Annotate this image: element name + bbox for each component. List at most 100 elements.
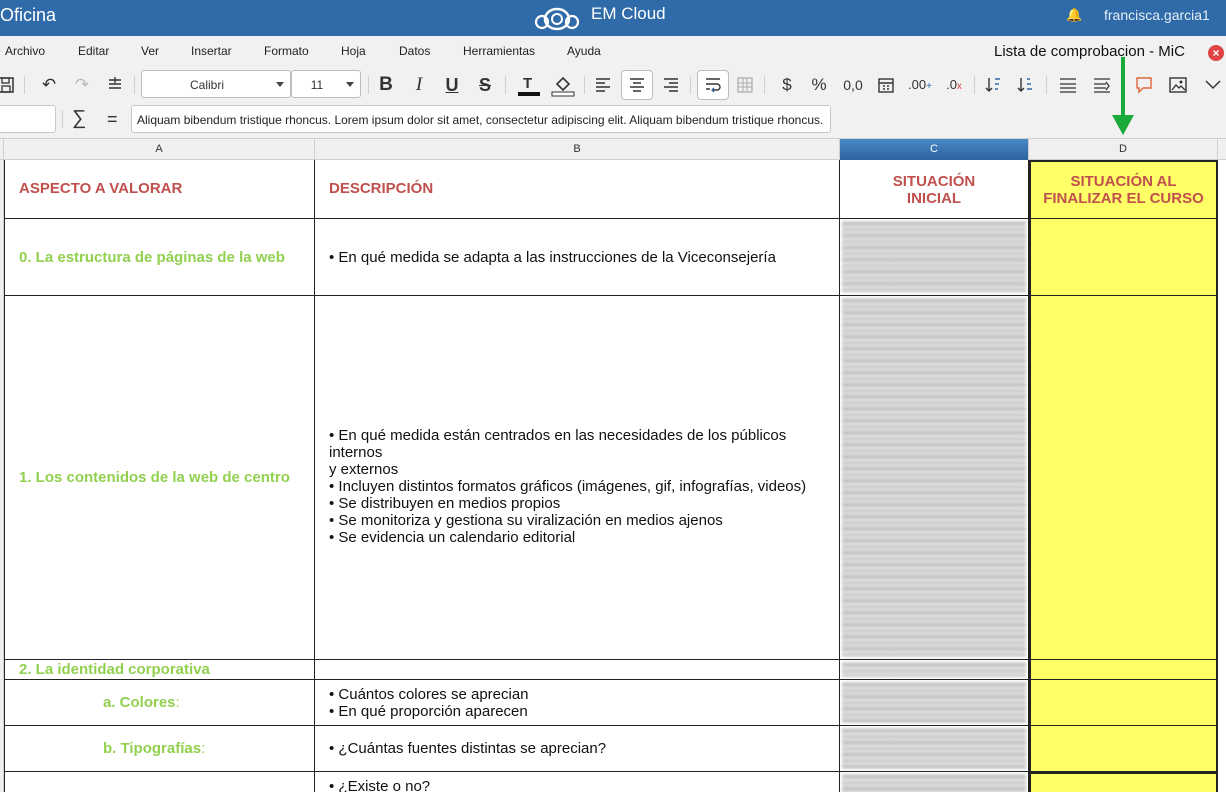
menu-editar[interactable]: Editar <box>78 44 109 58</box>
align-right-icon[interactable] <box>659 70 683 100</box>
cell-a3[interactable]: 1. Los contenidos de la web de centro <box>4 296 315 660</box>
calendar-icon[interactable] <box>874 70 898 100</box>
sort-ascending-icon[interactable] <box>982 70 1004 100</box>
column-header-d[interactable]: D <box>1029 139 1218 160</box>
strikethrough-button[interactable]: S <box>473 70 497 100</box>
add-decimal-button[interactable]: .00+ <box>906 70 934 100</box>
cell-d4[interactable] <box>1029 660 1218 680</box>
cell-c7[interactable] <box>840 772 1029 792</box>
image-icon[interactable] <box>1166 70 1190 100</box>
name-box[interactable] <box>0 105 56 133</box>
underline-button[interactable]: U <box>440 70 464 100</box>
cell-d6[interactable] <box>1029 726 1218 772</box>
remove-decimal-button[interactable]: .0x <box>940 70 968 100</box>
cell-a7[interactable] <box>4 772 315 792</box>
equals-icon[interactable]: = <box>107 109 118 130</box>
fill-color-icon[interactable] <box>549 70 577 100</box>
cell-c6[interactable] <box>840 726 1029 772</box>
cell-d7[interactable] <box>1029 772 1218 792</box>
aspect-label: a. Colores: <box>103 694 180 711</box>
row-header-strip[interactable] <box>0 160 4 792</box>
text-color-icon[interactable]: T <box>515 70 543 100</box>
currency-button[interactable]: $ <box>776 70 798 100</box>
sort-descending-icon[interactable] <box>1014 70 1036 100</box>
cell-c4[interactable] <box>840 660 1029 680</box>
column-header-b[interactable]: B <box>315 139 840 160</box>
header-situacion-inicial-2: INICIAL <box>906 190 962 207</box>
chevron-down-icon[interactable] <box>1202 70 1224 100</box>
cell-b3[interactable]: • En qué medida están centrados en las n… <box>315 296 840 660</box>
menu-hoja[interactable]: Hoja <box>341 44 366 58</box>
cell-a5[interactable]: a. Colores: <box>4 680 315 726</box>
blurred-text <box>842 662 1026 677</box>
cell-b5[interactable]: • Cuántos colores se aprecian • En qué p… <box>315 680 840 726</box>
toolbar: ↶ ↷ Calibri 11 B I U S T $ % 0,0 .00+ .0… <box>0 66 1226 104</box>
user-menu[interactable]: francisca.garcia1 <box>1104 7 1210 23</box>
annotation-arrow-icon <box>1112 57 1134 135</box>
document-title: Lista de comprobacion - MiC <box>994 43 1185 60</box>
header-situacion-inicial-1: SITUACIÓN <box>892 173 976 190</box>
menu-formato[interactable]: Formato <box>264 44 309 58</box>
menu-bar: Archivo Editar Ver Insertar Formato Hoja… <box>0 36 1226 66</box>
close-icon[interactable]: × <box>1208 45 1224 61</box>
italic-button[interactable]: I <box>407 70 431 100</box>
cell-d1[interactable]: SITUACIÓN AL FINALIZAR EL CURSO <box>1029 160 1218 219</box>
clear-format-icon[interactable] <box>103 70 127 100</box>
cell-c1[interactable]: SITUACIÓN INICIAL <box>840 160 1029 219</box>
insert-row-icon[interactable] <box>1056 70 1080 100</box>
description-line: • Se evidencia un calendario editorial <box>329 529 576 546</box>
cell-a2[interactable]: 0. La estructura de páginas de la web <box>4 219 315 296</box>
description-text: • ¿Existe o no? <box>329 778 431 792</box>
description-text: • En qué medida se adapta a las instrucc… <box>329 249 776 266</box>
description-line: • Cuántos colores se aprecian <box>329 686 529 703</box>
align-center-icon[interactable] <box>621 70 653 100</box>
percent-button[interactable]: % <box>808 70 830 100</box>
cell-b7[interactable]: • ¿Existe o no? <box>315 772 840 792</box>
cell-b4[interactable] <box>315 660 840 680</box>
blurred-text <box>842 682 1026 723</box>
menu-datos[interactable]: Datos <box>399 44 430 58</box>
bell-icon[interactable]: 🔔 <box>1066 7 1082 23</box>
cell-d3[interactable] <box>1029 296 1218 660</box>
menu-ayuda[interactable]: Ayuda <box>567 44 601 58</box>
cell-d2[interactable] <box>1029 219 1218 296</box>
cell-c5[interactable] <box>840 680 1029 726</box>
top-header-bar: Oficina EM Cloud 🔔 francisca.garcia1 <box>0 0 1226 36</box>
cell-a1[interactable]: ASPECTO A VALORAR <box>4 160 315 219</box>
save-icon[interactable] <box>0 70 18 100</box>
align-left-icon[interactable] <box>591 70 615 100</box>
number-format-button[interactable]: 0,0 <box>840 70 866 100</box>
undo-icon[interactable]: ↶ <box>37 70 61 100</box>
menu-insertar[interactable]: Insertar <box>191 44 232 58</box>
chevron-down-icon <box>276 82 284 87</box>
font-name-select[interactable]: Calibri <box>141 70 291 98</box>
cell-a6[interactable]: b. Tipografías: <box>4 726 315 772</box>
wrap-text-icon[interactable] <box>697 70 729 100</box>
cell-b6[interactable]: • ¿Cuántas fuentes distintas se aprecian… <box>315 726 840 772</box>
app-name[interactable]: Oficina <box>0 5 56 26</box>
sum-icon[interactable]: ∑ <box>72 107 86 130</box>
aspect-label: 1. Los contenidos de la web de centro <box>19 469 290 486</box>
bold-button[interactable]: B <box>374 70 398 100</box>
font-size-value: 11 <box>310 78 324 92</box>
menu-ver[interactable]: Ver <box>141 44 159 58</box>
merge-cells-icon[interactable] <box>733 70 757 100</box>
formula-input[interactable]: Aliquam bibendum tristique rhoncus. Lore… <box>131 105 831 133</box>
cell-a4[interactable]: 2. La identidad corporativa <box>4 660 315 680</box>
cell-c2[interactable] <box>840 219 1029 296</box>
cell-d5[interactable] <box>1029 680 1218 726</box>
redo-icon[interactable]: ↷ <box>70 70 94 100</box>
cell-c3[interactable] <box>840 296 1029 660</box>
description-line: • En qué proporción aparecen <box>329 703 528 720</box>
column-header-c[interactable]: C <box>840 139 1029 160</box>
menu-herramientas[interactable]: Herramientas <box>463 44 535 58</box>
font-size-select[interactable]: 11 <box>291 70 361 98</box>
font-name-value: Calibri <box>189 78 224 92</box>
menu-archivo[interactable]: Archivo <box>5 44 45 58</box>
cell-b1[interactable]: DESCRIPCIÓN <box>315 160 840 219</box>
column-header-a[interactable]: A <box>4 139 315 160</box>
cloud-logo-icon <box>534 7 580 31</box>
spreadsheet-grid: ASPECTO A VALORAR DESCRIPCIÓN SITUACIÓN … <box>0 160 1226 792</box>
header-descripcion: DESCRIPCIÓN <box>329 180 434 197</box>
cell-b2[interactable]: • En qué medida se adapta a las instrucc… <box>315 219 840 296</box>
